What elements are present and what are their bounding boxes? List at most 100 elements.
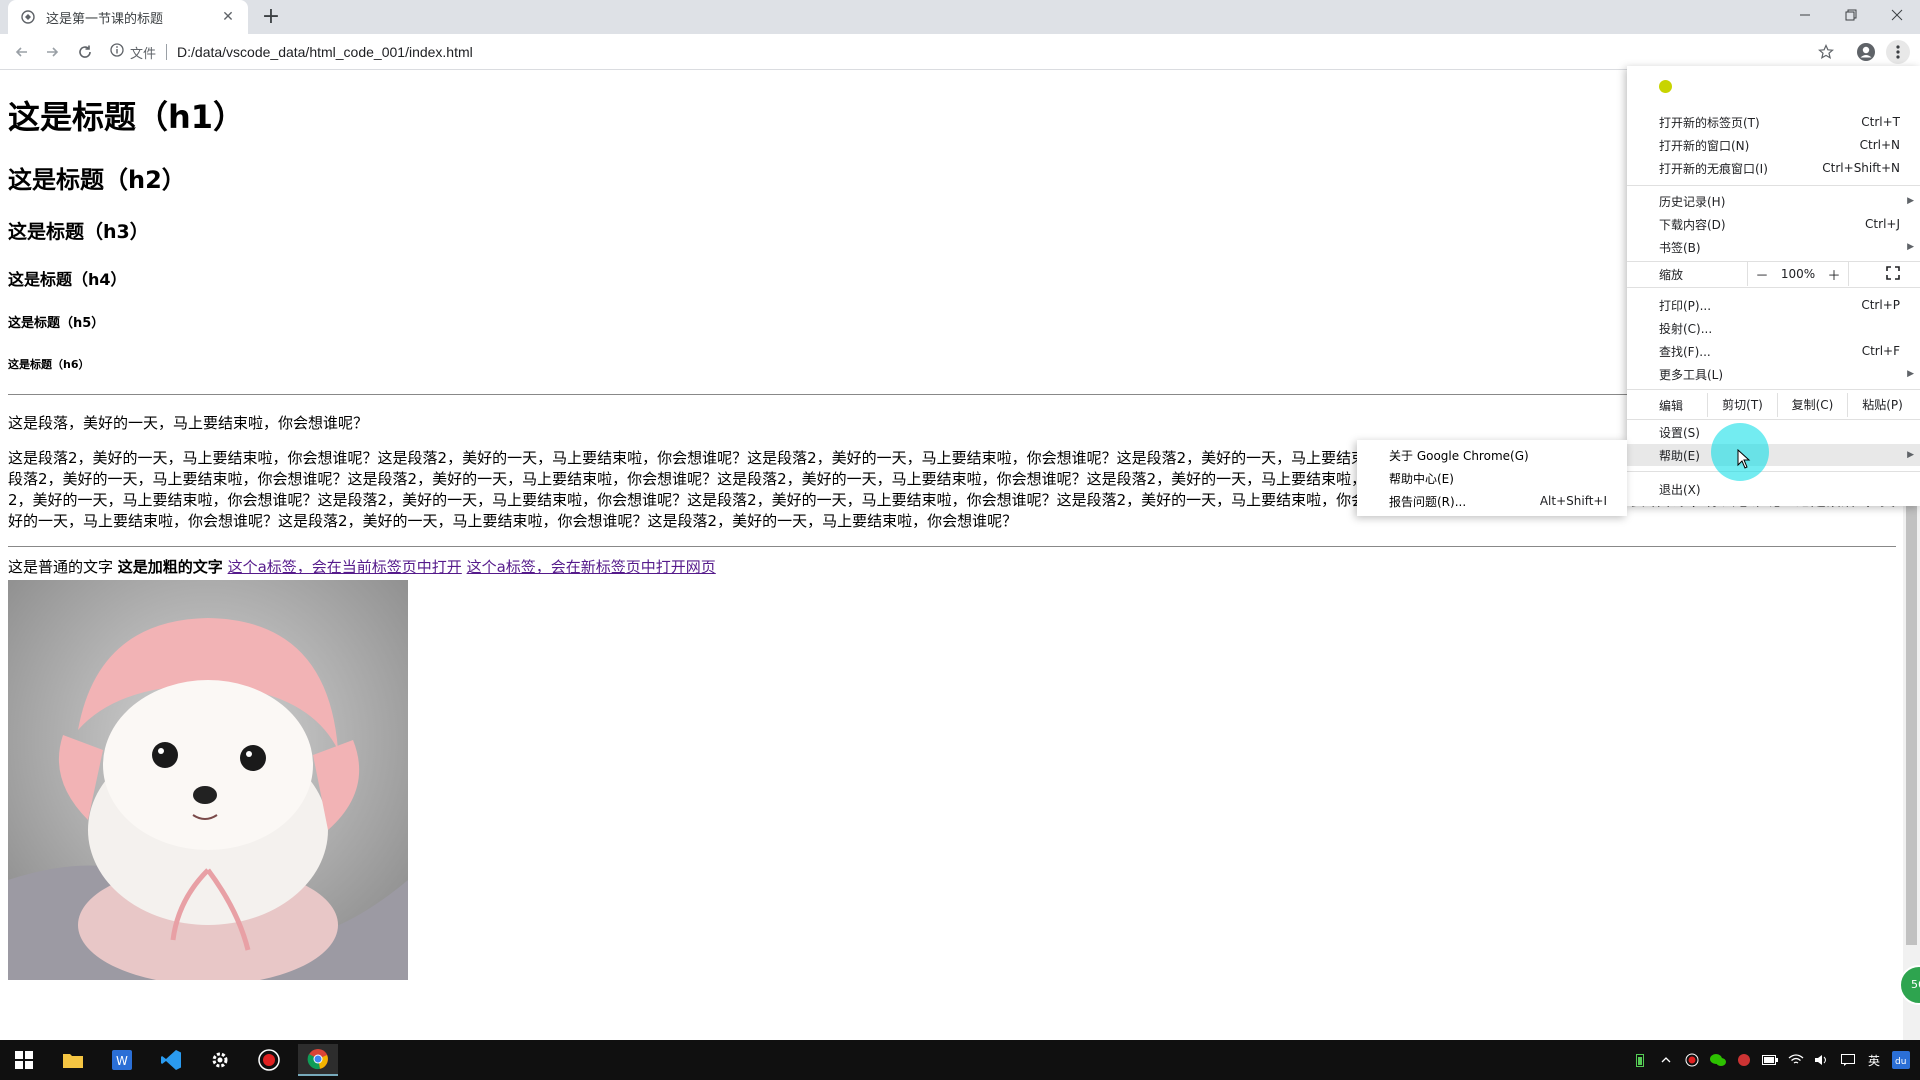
- settings-gear-icon[interactable]: [200, 1044, 240, 1076]
- zoom-level: 100%: [1780, 267, 1816, 281]
- menu-separator: [1627, 185, 1920, 186]
- chevron-right-icon: ▶: [1907, 450, 1914, 460]
- menu-history[interactable]: 历史记录(H) ▶: [1627, 190, 1920, 212]
- menu-find[interactable]: 查找(F)... Ctrl+F: [1627, 340, 1920, 362]
- copy-button[interactable]: 复制(C): [1777, 393, 1847, 417]
- menu-separator: [1627, 287, 1920, 288]
- star-icon[interactable]: [1814, 40, 1838, 64]
- baidu-input-icon[interactable]: du: [1892, 1051, 1910, 1069]
- record-app-icon[interactable]: [249, 1044, 289, 1076]
- heading-h6: 这是标题（h6）: [8, 358, 90, 371]
- vscode-icon[interactable]: [151, 1044, 191, 1076]
- word-app-icon[interactable]: W: [102, 1044, 142, 1076]
- zoom-in-button[interactable]: ＋: [1820, 265, 1848, 284]
- chevron-right-icon: ▶: [1907, 369, 1914, 379]
- info-icon[interactable]: [110, 43, 124, 61]
- new-tab-button[interactable]: +: [258, 4, 284, 30]
- help-submenu: 关于 Google Chrome(G) 帮助中心(E) 报告问题(R)... Al…: [1357, 440, 1627, 516]
- menu-help[interactable]: 帮助(E) ▶: [1627, 444, 1920, 466]
- record-tray-icon[interactable]: [1684, 1052, 1700, 1068]
- zoom-out-button[interactable]: －: [1748, 265, 1776, 284]
- battery-icon[interactable]: [1762, 1052, 1778, 1068]
- menu-edit-row: 编辑 剪切(T) 复制(C) 粘贴(P): [1627, 393, 1920, 417]
- menu-separator: [1627, 419, 1920, 420]
- system-tray: 英 du: [1632, 1040, 1920, 1080]
- divider: [8, 394, 1896, 395]
- paragraph-1: 这是段落，美好的一天，马上要结束啦，你会想谁呢？: [8, 414, 369, 432]
- submenu-about-chrome[interactable]: 关于 Google Chrome(G): [1357, 444, 1627, 466]
- mouse-pointer-icon: [1737, 449, 1751, 469]
- chevron-up-icon[interactable]: [1658, 1052, 1674, 1068]
- restore-button[interactable]: [1828, 0, 1874, 30]
- plain-text: 这是普通的文字: [8, 558, 114, 576]
- back-button[interactable]: [10, 40, 34, 64]
- wechat-icon[interactable]: [1710, 1052, 1726, 1068]
- notification-icon[interactable]: [1840, 1052, 1856, 1068]
- web-page-content: 这是标题（h1） 这是标题（h2） 这是标题（h3） 这是标题（h4） 这是标题…: [8, 70, 1908, 1040]
- kebab-menu-icon[interactable]: [1886, 40, 1910, 64]
- menu-separator: [1627, 471, 1920, 472]
- url-text[interactable]: D:/data/vscode_data/html_code_001/index.…: [177, 44, 473, 60]
- menu-bookmarks[interactable]: 书签(B) ▶: [1627, 236, 1920, 258]
- windows-start-icon[interactable]: [4, 1044, 44, 1076]
- app-tray-icon[interactable]: [1736, 1052, 1752, 1068]
- menu-new-tab[interactable]: 打开新的标签页(T) Ctrl+T: [1627, 111, 1920, 133]
- menu-separator: [1627, 389, 1920, 390]
- windows-taskbar: W 英 du: [0, 1040, 1920, 1080]
- chrome-main-menu: 打开新的标签页(T) Ctrl+T 打开新的窗口(N) Ctrl+N 打开新的无痕窗…: [1627, 66, 1920, 506]
- cut-button[interactable]: 剪切(T): [1707, 393, 1777, 417]
- bold-text: 这是加粗的文字: [117, 558, 223, 576]
- paste-button[interactable]: 粘贴(P): [1847, 393, 1917, 417]
- address-bar[interactable]: 文件 D:/data/vscode_data/html_code_001/ind…: [110, 39, 1810, 65]
- heading-h1: 这是标题（h1）: [8, 98, 246, 136]
- volume-icon[interactable]: [1814, 1052, 1830, 1068]
- tab-strip: 这是第一节课的标题 ✕ +: [0, 0, 1920, 34]
- heading-h5: 这是标题（h5）: [8, 316, 105, 331]
- chrome-taskbar-icon[interactable]: [298, 1044, 338, 1076]
- heading-h3: 这是标题（h3）: [8, 221, 149, 243]
- edit-label: 编辑: [1659, 398, 1684, 413]
- forward-button[interactable]: [40, 40, 64, 64]
- menu-new-window[interactable]: 打开新的窗口(N) Ctrl+N: [1627, 134, 1920, 156]
- chevron-right-icon: ▶: [1907, 242, 1914, 252]
- close-window-button[interactable]: [1874, 0, 1920, 30]
- submenu-help-center[interactable]: 帮助中心(E): [1357, 467, 1627, 489]
- battery-app-icon[interactable]: [1632, 1052, 1648, 1068]
- menu-settings[interactable]: 设置(S): [1627, 421, 1920, 443]
- menu-print[interactable]: 打印(P)... Ctrl+P: [1627, 294, 1920, 316]
- link-new-tab[interactable]: 这个a标签，会在新标签页中打开网页: [467, 558, 716, 576]
- wifi-icon[interactable]: [1788, 1052, 1804, 1068]
- menu-more-tools[interactable]: 更多工具(L) ▶: [1627, 363, 1920, 385]
- file-explorer-icon[interactable]: [53, 1044, 93, 1076]
- omnibox-divider: [166, 44, 168, 60]
- close-tab-icon[interactable]: ✕: [220, 9, 236, 25]
- menu-cast[interactable]: 投射(C)...: [1627, 317, 1920, 339]
- menu-downloads[interactable]: 下载内容(D) Ctrl+J: [1627, 213, 1920, 235]
- chevron-right-icon: ▶: [1907, 196, 1914, 206]
- svg-text:W: W: [116, 1054, 128, 1068]
- menu-new-incognito[interactable]: 打开新的无痕窗口(I) Ctrl+Shift+N: [1627, 157, 1920, 179]
- heading-h2: 这是标题（h2）: [8, 166, 186, 194]
- zoom-control: － 100% ＋: [1747, 262, 1849, 286]
- divider: [8, 546, 1896, 547]
- tab-title: 这是第一节课的标题: [46, 11, 164, 27]
- globe-icon: [20, 9, 36, 25]
- submenu-report-issue[interactable]: 报告问题(R)... Alt+Shift+I: [1357, 490, 1627, 512]
- reload-button[interactable]: [73, 40, 97, 64]
- scroll-thumb[interactable]: [1906, 490, 1917, 945]
- menu-exit[interactable]: 退出(X): [1627, 478, 1920, 500]
- browser-tab[interactable]: 这是第一节课的标题 ✕: [8, 0, 248, 34]
- fullscreen-icon[interactable]: [1886, 266, 1900, 280]
- inline-text-row: 这是普通的文字 这是加粗的文字 这个a标签，会在当前标签页中打开 这个a标签，会…: [8, 557, 1908, 578]
- svg-text:du: du: [1895, 1057, 1906, 1065]
- input-language-indicator[interactable]: 英: [1866, 1052, 1882, 1068]
- link-same-tab[interactable]: 这个a标签，会在当前标签页中打开: [228, 558, 462, 576]
- profile-icon: [1659, 80, 1672, 93]
- zoom-label: 缩放: [1659, 267, 1684, 282]
- menu-zoom-row: 缩放 － 100% ＋: [1627, 262, 1920, 286]
- minimize-button[interactable]: [1782, 0, 1828, 30]
- file-scheme-label: 文件: [130, 46, 157, 62]
- heading-h4: 这是标题（h4）: [8, 270, 127, 289]
- profile-avatar-icon[interactable]: [1854, 40, 1878, 64]
- dog-photo: [8, 580, 408, 980]
